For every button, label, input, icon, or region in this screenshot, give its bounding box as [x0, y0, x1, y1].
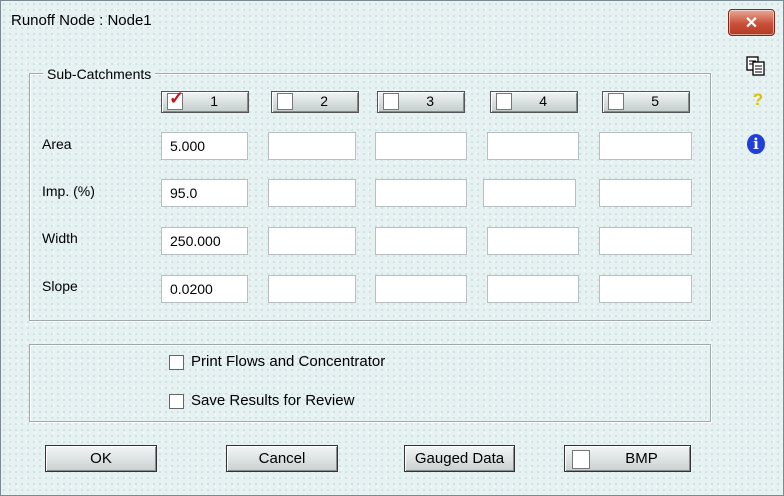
- gauged-data-button[interactable]: Gauged Data: [404, 445, 515, 472]
- subcatchment-button-4[interactable]: 4: [490, 91, 578, 113]
- slope-field-4[interactable]: [487, 275, 579, 303]
- bmp-label: BMP: [625, 450, 658, 467]
- subcatchment-4-checkbox[interactable]: [496, 93, 512, 110]
- bmp-button[interactable]: BMP: [564, 445, 691, 472]
- area-field-4[interactable]: [487, 132, 579, 160]
- subcatchment-3-checkbox[interactable]: [383, 93, 399, 110]
- width-field-2[interactable]: [268, 227, 356, 255]
- copy-icon[interactable]: [745, 55, 767, 77]
- save-results-label[interactable]: Save Results for Review: [191, 392, 354, 409]
- imp-field-2[interactable]: [268, 179, 356, 207]
- width-label: Width: [42, 230, 78, 246]
- close-icon: ✕: [744, 14, 759, 32]
- imp-field-4[interactable]: [483, 179, 576, 207]
- window-title: Runoff Node : Node1: [11, 12, 152, 29]
- area-field-2[interactable]: [268, 132, 356, 160]
- width-field-3[interactable]: [375, 227, 467, 255]
- cancel-button[interactable]: Cancel: [226, 445, 338, 472]
- print-flows-checkbox[interactable]: [169, 355, 184, 370]
- ok-label: OK: [90, 450, 112, 467]
- subcatchment-button-3[interactable]: 3: [377, 91, 465, 113]
- subcatchments-legend: Sub-Catchments: [43, 66, 156, 82]
- save-results-checkbox[interactable]: [169, 394, 184, 409]
- imp-field-1[interactable]: [161, 179, 248, 207]
- subcatchment-1-label: 1: [210, 93, 218, 109]
- subcatchment-4-label: 4: [539, 93, 547, 109]
- cancel-label: Cancel: [258, 450, 306, 467]
- area-label: Area: [42, 136, 72, 152]
- subcatchment-button-2[interactable]: 2: [271, 91, 359, 113]
- slope-field-5[interactable]: [599, 275, 692, 303]
- info-icon[interactable]: i: [745, 133, 767, 155]
- subcatchment-button-1[interactable]: ✓ 1: [161, 88, 249, 113]
- imp-label: Imp. (%): [42, 183, 95, 199]
- help-icon[interactable]: ?: [747, 89, 769, 111]
- width-field-5[interactable]: [599, 227, 692, 255]
- ok-button[interactable]: OK: [45, 445, 157, 472]
- subcatchment-5-checkbox[interactable]: [608, 93, 624, 110]
- area-field-1[interactable]: [161, 132, 248, 160]
- slope-field-2[interactable]: [268, 275, 356, 303]
- print-flows-label[interactable]: Print Flows and Concentrator: [191, 353, 385, 370]
- imp-field-5[interactable]: [599, 179, 692, 207]
- bmp-checkbox[interactable]: [572, 450, 590, 469]
- width-field-4[interactable]: [487, 227, 579, 255]
- subcatchment-3-label: 3: [426, 93, 434, 109]
- width-field-1[interactable]: [161, 227, 248, 255]
- check-icon: ✓: [169, 88, 185, 108]
- close-button[interactable]: ✕: [728, 9, 775, 36]
- subcatchment-button-5[interactable]: 5: [602, 91, 690, 113]
- help-glyph: ?: [752, 90, 764, 109]
- gauged-data-label: Gauged Data: [414, 450, 505, 467]
- imp-field-3[interactable]: [375, 179, 467, 207]
- subcatchment-2-checkbox[interactable]: [277, 93, 293, 110]
- slope-label: Slope: [42, 278, 78, 294]
- title-bar: Runoff Node : Node1 ✕: [1, 1, 783, 41]
- info-glyph: i: [753, 135, 759, 153]
- slope-field-3[interactable]: [375, 275, 467, 303]
- area-field-3[interactable]: [375, 132, 467, 160]
- subcatchment-5-label: 5: [651, 93, 659, 109]
- subcatchment-2-label: 2: [320, 93, 328, 109]
- slope-field-1[interactable]: [161, 275, 248, 303]
- area-field-5[interactable]: [599, 132, 692, 160]
- subcatchment-1-checkbox[interactable]: ✓: [167, 88, 184, 110]
- dialog-window: Runoff Node : Node1 ✕ ? i Sub-Catchments…: [0, 0, 784, 496]
